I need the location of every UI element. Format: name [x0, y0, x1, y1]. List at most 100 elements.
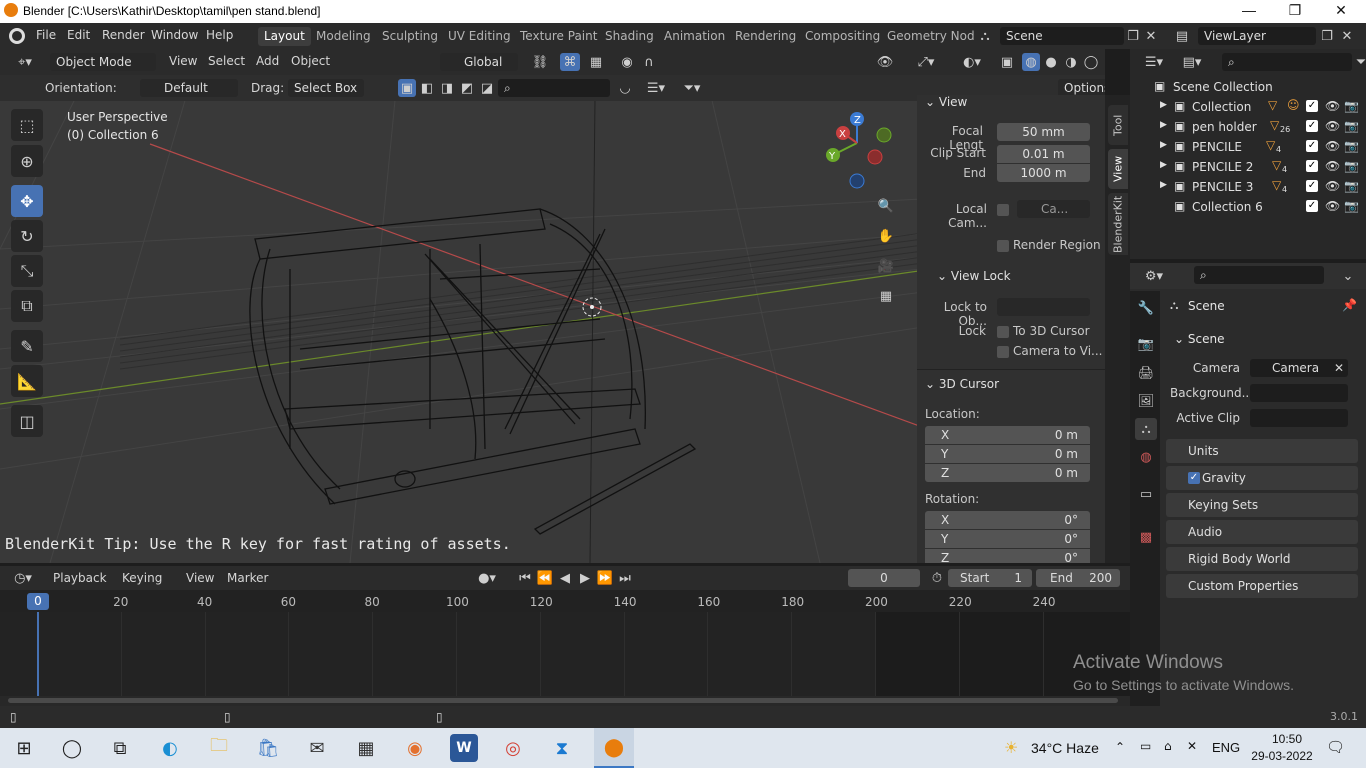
editor-type-icon[interactable]: ⌖▾ [10, 54, 40, 70]
orientation-selector[interactable]: Default [140, 79, 238, 97]
stopwatch-icon[interactable]: ⏱ [928, 570, 946, 586]
cursor-tool[interactable]: ⊕ [11, 145, 43, 177]
tool-tab-icon[interactable]: 🔧 [1135, 297, 1157, 319]
rigid-body-world-section[interactable]: Rigid Body World [1166, 547, 1358, 571]
xray-icon[interactable]: ▣ [998, 53, 1016, 71]
filter-icon[interactable]: ⏷▾ [678, 79, 706, 97]
calculator-icon[interactable]: ▦ [352, 734, 380, 762]
network-icon[interactable]: ▭ [1140, 739, 1151, 753]
gravity-section[interactable]: ✓ Gravity [1166, 466, 1358, 490]
vp-menu-select[interactable]: Select [208, 54, 245, 68]
show-hidden-icons[interactable]: ⌃ [1115, 740, 1125, 754]
lock-to-object-field[interactable] [997, 298, 1090, 316]
timeline-menu-view[interactable]: View [186, 571, 214, 585]
clip-start-field[interactable]: 0.01 m [997, 145, 1090, 163]
tab-rendering[interactable]: Rendering [729, 27, 802, 46]
render-tab-icon[interactable]: 📷 [1135, 333, 1157, 355]
playhead-frame[interactable]: 0 [27, 593, 49, 610]
outliner-item[interactable]: ▶ ▣ Collection ▽ ☺ ✓ 👁 📷 [1130, 97, 1366, 117]
eye-icon[interactable]: 👁 [1325, 159, 1340, 173]
world-tab-icon[interactable]: ◍ [1135, 446, 1157, 468]
select-box-tool[interactable]: ⬚ [11, 109, 43, 141]
select-mode-extend-icon[interactable]: ◧ [418, 79, 436, 97]
filter-list-icon[interactable]: ☰▾ [642, 79, 670, 97]
texture-tab-icon[interactable]: ▩ [1135, 526, 1157, 548]
eye-icon[interactable]: 👁 [1325, 99, 1340, 113]
local-camera-field[interactable]: Ca... [1017, 200, 1090, 218]
outliner-filter-icon[interactable]: ⏷ [1354, 53, 1366, 71]
to-3d-cursor-checkbox[interactable] [997, 326, 1009, 338]
viewlayer-selector[interactable]: ViewLayer [1198, 27, 1316, 45]
include-checkbox[interactable]: ✓ [1306, 160, 1318, 172]
jump-end-icon[interactable]: ⏭ [616, 570, 634, 586]
tab-shading[interactable]: Shading [599, 27, 660, 46]
menu-window[interactable]: Window [151, 28, 198, 42]
pan-hand-icon[interactable]: ✋ [875, 225, 897, 247]
word-icon[interactable]: W [450, 734, 478, 762]
timeline-editor-icon[interactable]: ◷▾ [8, 570, 38, 586]
expand-arrow-icon[interactable]: ▶ [1160, 160, 1167, 170]
tab-compositing[interactable]: Compositing [799, 27, 886, 46]
select-mode-invert-icon[interactable]: ◩ [458, 79, 476, 97]
prev-keyframe-icon[interactable]: ⏪ [536, 570, 554, 586]
select-mode-intersect-icon[interactable]: ◪ [478, 79, 496, 97]
custom-properties-section[interactable]: Custom Properties [1166, 574, 1358, 598]
pin-icon[interactable]: 📌 [1342, 298, 1357, 312]
timeline-menu-keying[interactable]: Keying [122, 571, 162, 585]
render-region-checkbox[interactable] [997, 240, 1009, 252]
menu-file[interactable]: File [36, 28, 56, 42]
rotation-x-field[interactable]: X 0° [925, 511, 1090, 529]
start-frame-field[interactable]: Start 1 [948, 569, 1032, 587]
timeline-scrollbar[interactable] [8, 698, 1118, 703]
camera-render-icon[interactable]: 📷 [1344, 119, 1359, 133]
select-mode-subtract-icon[interactable]: ◨ [438, 79, 456, 97]
scale-tool[interactable]: ⤡ [11, 255, 43, 287]
camera-view-icon[interactable]: 🎥 [875, 255, 897, 277]
outliner-item[interactable]: ▣ Collection 6 ✓ 👁 📷 [1130, 197, 1366, 217]
view-section-header[interactable]: ⌄ View [925, 95, 967, 109]
chrome-icon[interactable]: ◎ [499, 734, 527, 762]
units-section[interactable]: Units [1166, 439, 1358, 463]
keying-sets-section[interactable]: Keying Sets [1166, 493, 1358, 517]
expand-arrow-icon[interactable]: ▶ [1160, 180, 1167, 190]
tab-geometry-nodes[interactable]: Geometry Nod [881, 27, 981, 46]
overlays-icon[interactable]: ◐▾ [952, 53, 992, 71]
language-indicator[interactable]: ENG [1212, 740, 1240, 755]
tab-uv-editing[interactable]: UV Editing [442, 27, 517, 46]
copy-scene-icon[interactable]: ❐ [1124, 28, 1142, 44]
tab-layout[interactable]: Layout [258, 27, 311, 46]
local-camera-checkbox[interactable] [997, 204, 1009, 216]
camera-render-icon[interactable]: 📷 [1344, 179, 1359, 193]
next-keyframe-icon[interactable]: ⏩ [596, 570, 614, 586]
gizmo-toggle-icon[interactable]: ⤢▾ [906, 53, 946, 71]
location-x-field[interactable]: X 0 m [925, 426, 1090, 444]
camera-render-icon[interactable]: 📷 [1344, 139, 1359, 153]
camera-render-icon[interactable]: 📷 [1344, 199, 1359, 213]
scene-icon[interactable]: ⛬ [975, 28, 995, 44]
material-shading-icon[interactable]: ◑ [1062, 53, 1080, 71]
3d-cursor-header[interactable]: ⌄ 3D Cursor [925, 377, 999, 391]
expand-arrow-icon[interactable]: ▶ [1160, 100, 1167, 110]
location-z-field[interactable]: Z 0 m [925, 464, 1090, 482]
mode-selector[interactable]: Object Mode [50, 53, 156, 71]
delete-scene-icon[interactable]: ✕ [1144, 28, 1158, 44]
audio-section[interactable]: Audio [1166, 520, 1358, 544]
expand-arrow-icon[interactable]: ▶ [1160, 120, 1167, 130]
slot-icon[interactable]: ◡ [616, 79, 634, 97]
play-icon[interactable]: ▶ [576, 570, 594, 586]
snap-icon[interactable]: ⌘ [560, 53, 580, 71]
measure-tool[interactable]: 📐 [11, 365, 43, 397]
eye-icon[interactable]: 👁 [1325, 179, 1340, 193]
menu-help[interactable]: Help [206, 28, 233, 42]
scene-section-header[interactable]: ⌄ Scene [1174, 332, 1224, 346]
blender-menu-icon[interactable] [9, 28, 25, 44]
notifications-icon[interactable]: 🗨 [1326, 738, 1345, 756]
vp-menu-object[interactable]: Object [291, 54, 330, 68]
menu-render[interactable]: Render [102, 28, 145, 42]
search-circle-icon[interactable]: ◯ [58, 734, 86, 762]
outliner-item[interactable]: ▶ ▣ PENCILE 3 ▽ 4 ✓ 👁 📷 [1130, 177, 1366, 197]
falloff-icon[interactable]: ∩ [640, 54, 658, 70]
file-explorer-icon[interactable]: 🗀 [205, 734, 233, 762]
transform-orientation-selector[interactable]: Global [440, 53, 518, 71]
task-view-icon[interactable]: ⧉ [106, 734, 134, 762]
